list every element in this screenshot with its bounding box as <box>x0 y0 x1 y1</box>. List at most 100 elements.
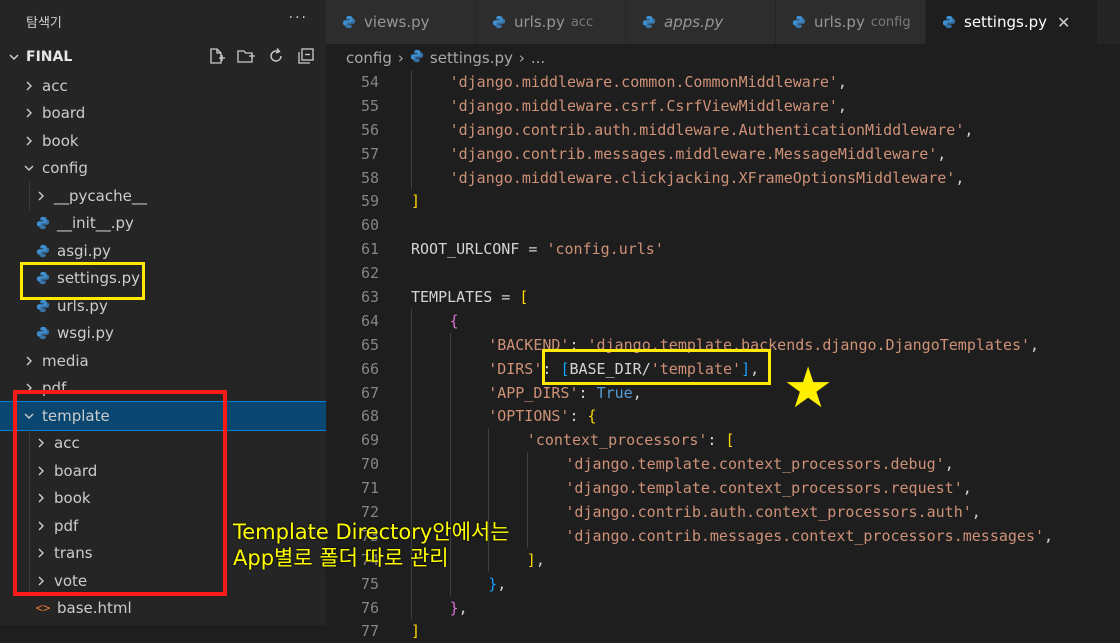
line-content: { <box>450 312 459 330</box>
tree-file[interactable]: <> base.html <box>0 595 326 623</box>
code-token: 'django.contrib.messages.middleware.Mess… <box>449 144 938 163</box>
line-content: 'OPTIONS': { <box>488 407 596 425</box>
code-token: { <box>587 407 597 426</box>
line-content: 'context_processors': [ <box>527 431 735 449</box>
indent-guide <box>526 523 528 548</box>
editor-tab[interactable]: urls.py config <box>776 0 926 44</box>
workspace-title: FINAL <box>26 49 73 65</box>
code-token: , <box>1044 526 1054 545</box>
tree-file[interactable]: wsgi.py <box>0 320 326 348</box>
code-token: , <box>1030 335 1040 354</box>
section-actions <box>206 46 316 66</box>
indent-guide <box>526 452 528 477</box>
python-file-icon <box>942 15 956 29</box>
code-token: , <box>458 598 468 617</box>
code-token: ] <box>411 622 421 641</box>
line-number: 63 <box>360 287 379 306</box>
chevron-down-icon <box>22 161 36 175</box>
tree-folder[interactable]: config <box>0 155 326 183</box>
line-number: 59 <box>360 192 379 211</box>
line-content: 'django.template.context_processors.debu… <box>565 455 953 473</box>
python-file-icon <box>35 243 51 259</box>
code-line: 75}, <box>326 571 1120 596</box>
code-token: , <box>837 96 847 115</box>
indent-guide <box>488 476 490 501</box>
breadcrumb: config › settings.py › ... <box>346 46 545 70</box>
explorer-header: 탐색기 ··· <box>0 0 326 42</box>
line-number: 58 <box>360 168 379 187</box>
code-token: : <box>569 407 588 426</box>
editor-tab[interactable]: settings.py ✕ <box>926 0 1098 44</box>
more-actions-icon[interactable]: ··· <box>289 10 308 26</box>
tree-folder[interactable]: acc <box>0 72 326 100</box>
code-token: } <box>449 598 459 617</box>
python-file-icon <box>35 325 51 341</box>
tree-folder[interactable]: media <box>0 347 326 375</box>
collapse-all-icon[interactable] <box>296 46 316 66</box>
line-number: 60 <box>360 216 379 235</box>
line-content: 'django.contrib.auth.context_processors.… <box>565 503 980 521</box>
line-content: ROOT_URLCONF = 'config.urls' <box>411 240 664 258</box>
code-token: 'django.contrib.messages.context_process… <box>565 526 1045 545</box>
code-token: 'DIRS' <box>488 359 543 378</box>
chevron-down-icon <box>8 48 19 67</box>
refresh-icon[interactable] <box>266 46 286 66</box>
tree-folder[interactable]: book <box>0 127 326 155</box>
tree-folder[interactable]: __pycache__ <box>0 182 326 210</box>
code-line: 64 { <box>326 308 1120 333</box>
line-content: 'django.contrib.messages.middleware.Mess… <box>450 145 947 163</box>
python-file-icon <box>492 15 506 29</box>
code-line: 61 ROOT_URLCONF = 'config.urls' <box>326 237 1120 261</box>
indent-guide <box>411 93 412 118</box>
annotation-line-1: Template Directory안에서는 <box>233 520 510 544</box>
editor-tab[interactable]: apps.py <box>626 0 776 44</box>
tree-file[interactable]: __init__.py <box>0 210 326 238</box>
code-token: , <box>962 479 972 498</box>
indent-guide <box>449 571 451 596</box>
code-line: 54 'django.middleware.common.CommonMiddle… <box>326 70 1120 94</box>
editor-tab[interactable]: views.py <box>326 0 476 44</box>
python-file-icon <box>342 15 356 29</box>
indent-guide <box>449 332 451 357</box>
code-line: 76}, <box>326 595 1120 620</box>
code-line: 77] <box>326 619 1120 643</box>
line-content: ] <box>411 622 420 640</box>
breadcrumb-file[interactable]: settings.py <box>430 49 513 67</box>
line-content: 'django.middleware.csrf.CsrfViewMiddlewa… <box>450 97 847 115</box>
breadcrumb-symbols[interactable]: ... <box>531 49 545 67</box>
line-content: 'django.middleware.common.CommonMiddlewa… <box>450 73 847 91</box>
tree-item-label: board <box>42 104 86 123</box>
tab-description: config <box>870 14 911 30</box>
indent-guide <box>488 452 490 477</box>
indent-guide <box>411 428 412 453</box>
code-token: 'OPTIONS' <box>488 407 570 426</box>
breadcrumb-folder[interactable]: config <box>346 49 392 67</box>
code-token: , <box>497 574 507 593</box>
tab-label: urls.py <box>814 13 865 31</box>
code-line: 63 TEMPLATES = [ <box>326 285 1120 309</box>
tree-file[interactable]: asgi.py <box>0 237 326 265</box>
close-icon[interactable]: ✕ <box>1057 13 1070 32</box>
line-content: 'django.middleware.clickjacking.XFrameOp… <box>450 169 965 187</box>
python-file-icon <box>35 298 51 314</box>
tree-folder[interactable]: board <box>0 100 326 128</box>
tab-label: apps.py <box>664 13 724 31</box>
code-line: 55 'django.middleware.csrf.CsrfViewMiddle… <box>326 93 1120 118</box>
vscode-window: 탐색기 ··· FINAL acc board book config __py… <box>0 0 1120 640</box>
chevron-right-icon <box>22 134 36 148</box>
new-folder-icon[interactable] <box>236 46 256 66</box>
settings-file-highlight <box>20 262 145 300</box>
indent-guide <box>29 182 30 210</box>
indent-guide <box>449 452 451 477</box>
indent-guide <box>449 356 451 381</box>
chevron-right-icon <box>22 354 36 368</box>
code-token: , <box>535 550 545 569</box>
editor-tab[interactable]: urls.py acc <box>476 0 626 44</box>
indent-guide <box>411 141 412 166</box>
code-token: { <box>449 311 459 330</box>
code-token: , <box>971 502 981 521</box>
new-file-icon[interactable] <box>206 46 226 66</box>
code-line: 60 <box>326 213 1120 237</box>
workspace-section-header[interactable]: FINAL <box>0 44 326 70</box>
python-file-icon <box>642 15 656 29</box>
